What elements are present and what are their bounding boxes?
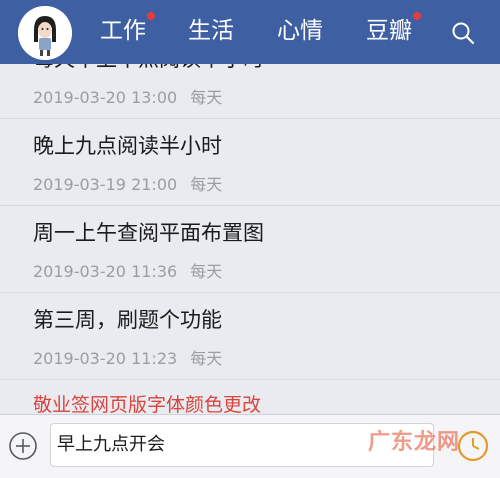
- reminder-list: 每天早上十点阅读半小时 2019-03-20 13:00 每天 晚上九点阅读半小…: [0, 64, 500, 414]
- input-bar: 早上九点开会: [0, 414, 500, 478]
- tab-douban-badge: [413, 12, 421, 20]
- list-item-date: 2019-03-20 11:23: [33, 349, 178, 368]
- list-item-title: 每天早上十点阅读半小时: [33, 64, 264, 73]
- tab-douban[interactable]: 豆瓣: [366, 12, 421, 48]
- tab-work-badge: [147, 12, 155, 20]
- tab-douban-label: 豆瓣: [366, 18, 412, 44]
- list-item-date: 2019-03-19 21:00: [33, 175, 178, 194]
- list-item-repeat: 每天: [190, 88, 223, 107]
- list-item-meta: 2019-03-20 13:00 每天: [33, 84, 222, 108]
- list-item[interactable]: 周一上午查阅平面布置图 2019-03-20 11:36 每天: [0, 207, 500, 293]
- list-item-meta: 2019-03-20 11:36 每天: [33, 258, 222, 282]
- avatar[interactable]: [18, 6, 72, 60]
- add-button[interactable]: [8, 431, 38, 461]
- list-item-repeat: 每天: [190, 262, 223, 281]
- list-item[interactable]: 第三周，刷题个功能 2019-03-20 11:23 每天: [0, 294, 500, 380]
- list-item-repeat: 每天: [190, 175, 223, 194]
- list-item-date: 2019-03-20 11:36: [33, 262, 178, 281]
- tab-work-label: 工作: [100, 18, 146, 44]
- tab-mood[interactable]: 心情: [277, 14, 323, 48]
- add-circle-icon: [9, 432, 37, 460]
- tab-life[interactable]: 生活: [188, 14, 234, 48]
- clock-icon: [457, 430, 489, 462]
- avatar-icon: [18, 6, 72, 60]
- list-item-meta: 2019-03-20 11:23 每天: [33, 345, 222, 369]
- list-item-meta: 2019-03-19 21:00 每天: [33, 171, 222, 195]
- list-item-title: 周一上午查阅平面布置图: [33, 221, 264, 245]
- reminder-input[interactable]: 早上九点开会: [50, 423, 434, 467]
- search-icon: [452, 22, 475, 45]
- tab-life-label: 生活: [188, 18, 234, 44]
- notice-link[interactable]: 敬业签网页版字体颜色更改: [33, 390, 261, 414]
- list-item[interactable]: 晚上九点阅读半小时 2019-03-19 21:00 每天: [0, 120, 500, 206]
- list-item-title: 第三周，刷题个功能: [33, 308, 222, 332]
- tab-mood-label: 心情: [277, 18, 323, 44]
- list-item-date: 2019-03-20 13:00: [33, 88, 178, 107]
- search-button[interactable]: [450, 20, 476, 46]
- list-item[interactable]: 每天早上十点阅读半小时 2019-03-20 13:00 每天: [0, 64, 500, 119]
- reminder-time-button[interactable]: [456, 429, 490, 463]
- tab-work[interactable]: 工作: [100, 12, 155, 48]
- top-tab-bar: 工作 生活 心情 豆瓣: [0, 0, 500, 64]
- list-item-title: 晚上九点阅读半小时: [33, 134, 222, 158]
- list-item-repeat: 每天: [190, 349, 223, 368]
